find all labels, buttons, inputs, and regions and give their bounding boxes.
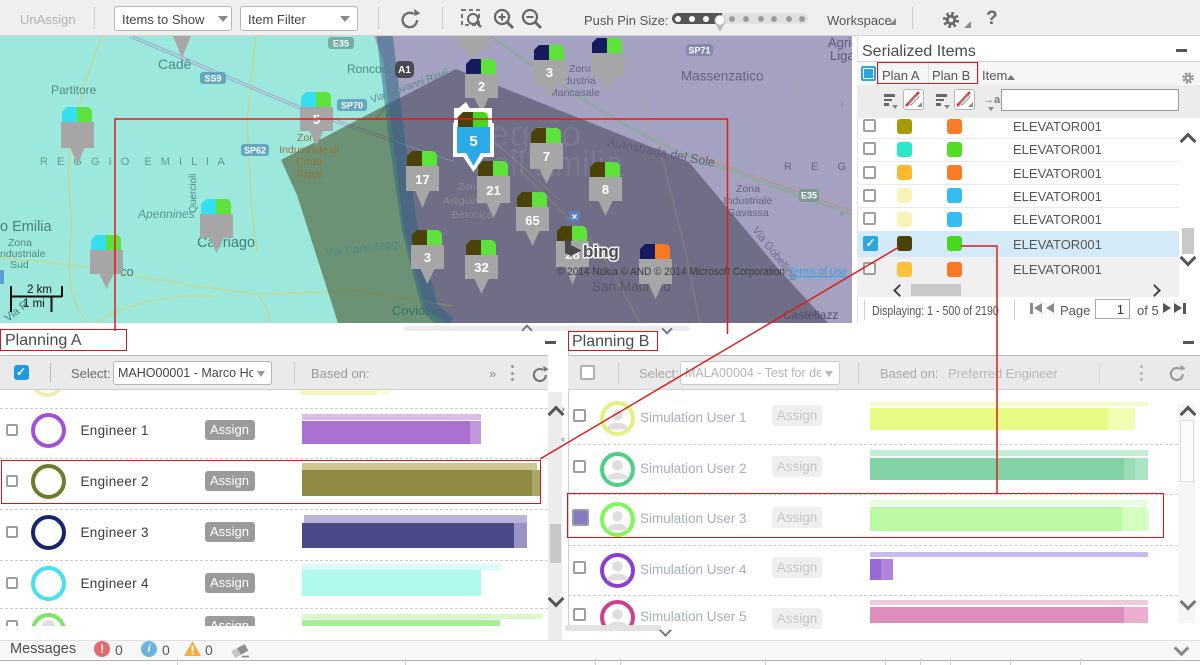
svg-text:Terms of Use: Terms of Use	[789, 266, 847, 278]
svg-text:A1: A1	[398, 65, 411, 76]
svg-text:o Emilia: o Emilia	[0, 219, 53, 235]
svg-text:Roncocesi: Roncocesi	[347, 62, 403, 76]
svg-text:3: 3	[424, 250, 431, 265]
svg-text:Zona: Zona	[569, 63, 593, 75]
svg-text:5: 5	[313, 112, 320, 127]
svg-text:65: 65	[525, 213, 539, 228]
svg-text:5: 5	[469, 133, 477, 150]
svg-text:Quercioli: Quercioli	[188, 174, 199, 213]
svg-text:SS9: SS9	[204, 74, 221, 84]
svg-text:17: 17	[415, 172, 429, 187]
svg-text:Tegge: Tegge	[295, 168, 324, 180]
svg-text:2: 2	[478, 79, 485, 94]
svg-text:8: 8	[602, 182, 609, 197]
svg-text:© 2014 Nokia © AND © 2014 Micr: © 2014 Nokia © AND © 2014 Microsoft Corp…	[557, 266, 785, 278]
svg-text:Castellazz: Castellazz	[783, 308, 838, 322]
svg-text:Sud: Sud	[10, 259, 29, 271]
svg-text:3: 3	[546, 65, 553, 80]
svg-text:Coviolo: Coviolo	[392, 303, 435, 318]
svg-text:Industriale: Industriale	[724, 195, 773, 207]
svg-text:SP70: SP70	[341, 101, 363, 111]
svg-text:Apennines: Apennines	[137, 207, 195, 221]
svg-text:1 mi: 1 mi	[23, 298, 45, 310]
svg-text:Partitore: Partitore	[51, 83, 97, 97]
svg-text:Mancasale: Mancasale	[549, 87, 600, 99]
svg-text:Industriale di: Industriale di	[279, 144, 339, 156]
svg-text:E35: E35	[801, 191, 817, 201]
svg-text:7: 7	[543, 149, 550, 164]
svg-text:bing: bing	[583, 242, 619, 261]
svg-text:21: 21	[486, 183, 500, 198]
svg-text:Massenzatico: Massenzatico	[681, 69, 764, 84]
svg-text:Cadè: Cadè	[158, 56, 192, 72]
svg-text:E35: E35	[333, 39, 349, 49]
svg-text:Corte: Corte	[296, 156, 322, 168]
svg-text:32: 32	[474, 260, 488, 275]
svg-text:Gavassa: Gavassa	[727, 207, 769, 219]
svg-text:R E G G: R E G G	[784, 161, 852, 173]
svg-text:SP62: SP62	[244, 146, 266, 156]
svg-text:SP71: SP71	[688, 46, 710, 56]
svg-text:R E G G I O E M I L I A: R E G G I O E M I L I A	[40, 156, 228, 168]
svg-text:✕: ✕	[571, 213, 578, 222]
svg-text:Betonica: Betonica	[452, 209, 493, 221]
svg-text:2 km: 2 km	[27, 284, 52, 296]
svg-text:Zona: Zona	[736, 183, 760, 195]
svg-text:Ligab: Ligab	[830, 48, 852, 63]
